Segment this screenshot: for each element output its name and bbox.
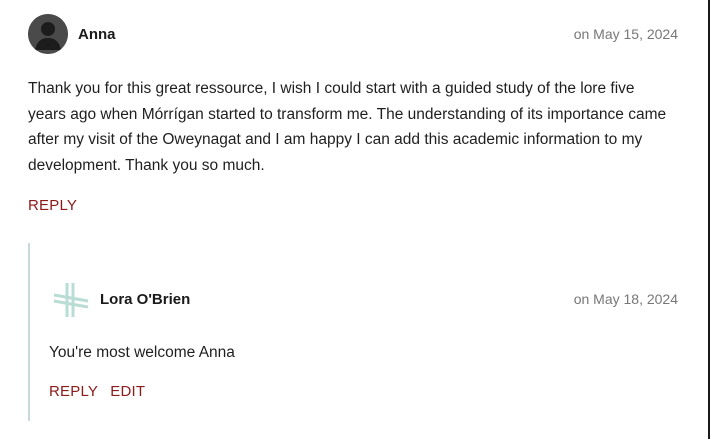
user-silhouette-icon: [28, 14, 68, 54]
reply-thread: Lora O'Brien on May 18, 2024 You're most…: [28, 243, 680, 421]
reply-author: Lora O'Brien: [100, 291, 191, 308]
comment: Anna on May 15, 2024 Thank you for this …: [28, 14, 678, 214]
reply-reply-button[interactable]: REPLY: [49, 383, 98, 400]
comment-text: Thank you for this great ressource, I wi…: [28, 80, 667, 174]
edit-button[interactable]: EDIT: [110, 383, 145, 400]
reply-button[interactable]: REPLY: [28, 197, 77, 214]
comment-date: on May 15, 2024: [573, 26, 678, 42]
reply-text: You're most welcome Anna: [49, 344, 235, 361]
reply-header: Lora O'Brien on May 18, 2024: [49, 283, 678, 319]
reply-actions: REPLY EDIT: [49, 383, 678, 400]
reply-date: on May 18, 2024: [573, 291, 678, 307]
avatar: [28, 14, 68, 54]
comment-author: Anna: [78, 26, 116, 43]
site-logo-icon: [53, 283, 89, 317]
comment-actions: REPLY: [28, 197, 678, 214]
reply-comment: Lora O'Brien on May 18, 2024 You're most…: [49, 283, 678, 400]
comment-header: Anna on May 15, 2024: [28, 14, 678, 56]
